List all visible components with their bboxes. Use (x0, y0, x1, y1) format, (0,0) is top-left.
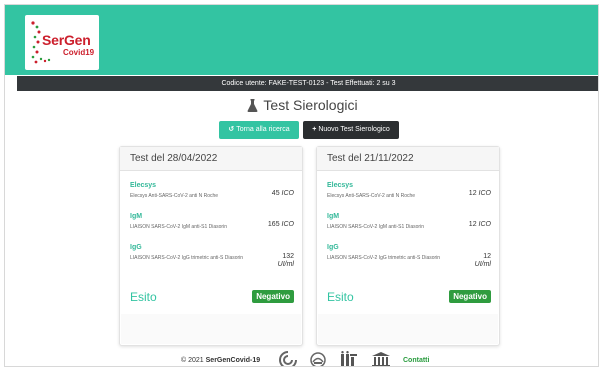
test-result-elecsys: Elecsys Elecsys Anti-SARS-CoV-2 anti N R… (327, 182, 493, 200)
logo-subtitle: Covid19 (63, 48, 95, 57)
test-name: IgG (130, 244, 142, 251)
test-card: Test del 21/11/2022 Elecsys Elecsys Anti… (316, 146, 500, 346)
new-serologic-test-button[interactable]: + Nuovo Test Sierologico (303, 121, 399, 139)
test-value-number: 12 (483, 253, 491, 260)
esito-status-badge: Negativo (449, 290, 491, 303)
test-result-igg: IgG LIAISON SARS-CoV-2 IgG trimetric ant… (130, 244, 296, 268)
test-value-number: 12 (468, 190, 477, 197)
esito-status-badge: Negativo (252, 290, 294, 303)
test-value-number: 12 (468, 221, 477, 228)
logo-title: SerGen (42, 32, 91, 48)
test-description: Elecsys Anti-SARS-CoV-2 anti N Roche (130, 193, 219, 199)
test-description: Elecsys Anti-SARS-CoV-2 anti N Roche (327, 193, 416, 199)
institution-logo-1-icon[interactable] (279, 351, 297, 366)
copyright-text: © 2021 SerGenCovid-19 (181, 357, 260, 364)
back-to-search-label: Torna alla ricerca (236, 126, 290, 133)
page-title: Test Sierologici (5, 94, 598, 118)
test-value: 12 ICO (469, 221, 491, 229)
test-card-header: Test del 21/11/2022 (317, 147, 499, 171)
page-frame: SerGen Covid19 Codice utente: FAKE-TEST-… (4, 4, 599, 367)
test-description: LIAISON SARS-CoV-2 IgG trimetric anti-S … (327, 255, 441, 261)
test-name: IgM (327, 213, 340, 220)
back-to-search-button[interactable]: ↺ Torna alla ricerca (219, 121, 299, 139)
test-value-number: 45 (271, 190, 280, 197)
card-footer (318, 314, 498, 344)
page-title-text: Test Sierologici (263, 97, 358, 113)
test-description: LIAISON SARS-CoV-2 IgM anti-S1 Diasorin (130, 224, 227, 230)
institution-logo-3-icon[interactable] (339, 351, 359, 366)
plus-icon: + (312, 126, 317, 133)
test-name: Elecsys (130, 182, 157, 189)
test-value: 12 ICO (469, 190, 491, 198)
test-value-number: 132 (282, 253, 294, 260)
esito-label: Esito (327, 290, 354, 304)
esito-label: Esito (130, 290, 157, 304)
undo-icon: ↺ (228, 126, 235, 133)
test-value: 165 ICO (268, 221, 294, 229)
contact-link[interactable]: Contatti (403, 357, 429, 364)
test-name: Elecsys (327, 182, 354, 189)
test-result-elecsys: Elecsys Elecsys Anti-SARS-CoV-2 anti N R… (130, 182, 296, 200)
test-result-igm: IgM LIAISON SARS-CoV-2 IgM anti-S1 Diaso… (327, 213, 493, 231)
footer-brand: SerGenCovid-19 (205, 357, 261, 364)
test-value-unit: UI/ml (277, 261, 294, 268)
header-bar: SerGen Covid19 (5, 5, 598, 75)
test-value-unit: ICO (478, 221, 491, 228)
test-value: 45 ICO (272, 190, 294, 198)
test-value-unit: ICO (281, 221, 294, 228)
test-value: 132 UI/ml (278, 253, 294, 269)
test-card-header: Test del 28/04/2022 (120, 147, 302, 171)
test-value-unit: UI/ml (474, 261, 491, 268)
card-footer (121, 314, 301, 344)
test-name: IgG (327, 244, 339, 251)
test-name: IgM (130, 213, 143, 220)
test-card: Test del 28/04/2022 Elecsys Elecsys Anti… (119, 146, 303, 346)
test-value-unit: ICO (478, 190, 491, 197)
test-value: 12 UI/ml (475, 253, 491, 269)
test-value-number: 165 (267, 221, 280, 228)
app-logo[interactable]: SerGen Covid19 (25, 15, 99, 70)
test-result-igm: IgM LIAISON SARS-CoV-2 IgM anti-S1 Diaso… (130, 213, 296, 231)
footer: © 2021 SerGenCovid-19 Contatti (5, 351, 598, 366)
institution-logo-4-icon[interactable] (371, 351, 391, 366)
flask-icon (247, 96, 258, 118)
institution-logo-2-icon[interactable] (309, 351, 327, 366)
copyright-year: © 2021 (181, 357, 204, 364)
user-info-bar: Codice utente: FAKE-TEST-0123 - Test Eff… (17, 76, 598, 91)
test-result-igg: IgG LIAISON SARS-CoV-2 IgG trimetric ant… (327, 244, 493, 268)
new-serologic-test-label: Nuovo Test Sierologico (318, 126, 390, 133)
test-value-unit: ICO (281, 190, 294, 197)
test-description: LIAISON SARS-CoV-2 IgM anti-S1 Diasorin (327, 224, 424, 230)
test-description: LIAISON SARS-CoV-2 IgG trimetric anti-S … (130, 255, 244, 261)
